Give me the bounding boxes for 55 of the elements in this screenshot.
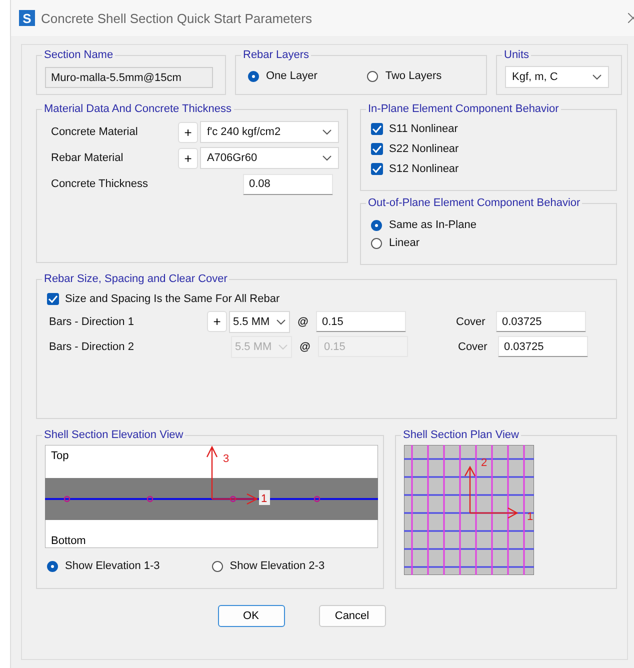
plan-view-drawing: 2 1 xyxy=(404,445,534,575)
app-logo: S xyxy=(19,10,35,26)
field-label: Bars - Direction 1 xyxy=(49,316,135,328)
dialog-button[interactable]: OK xyxy=(218,605,284,627)
add-button[interactable]: + xyxy=(178,122,198,142)
group-title: Units xyxy=(503,49,530,61)
check-icon xyxy=(48,295,58,303)
field-label: Cover xyxy=(456,316,486,328)
group-title: Material Data And Concrete Thickness xyxy=(43,103,232,115)
add-button[interactable]: + xyxy=(178,148,198,168)
checkbox[interactable]: S22 Nonlinear xyxy=(371,143,606,155)
check-icon xyxy=(372,145,382,153)
cover-field[interactable]: 0.03725 xyxy=(496,311,586,332)
radio-button[interactable]: Two Layers xyxy=(367,70,442,82)
units-dropdown[interactable]: Kgf, m, C xyxy=(505,66,609,88)
checkbox[interactable]: S12 Nonlinear xyxy=(371,163,606,175)
group-title: Shell Section Elevation View xyxy=(43,429,184,441)
radio-button[interactable]: One Layer xyxy=(248,70,318,82)
radio-button[interactable]: Linear xyxy=(371,237,606,249)
check-icon xyxy=(372,125,382,133)
group-title: Rebar Layers xyxy=(242,49,310,61)
material-dropdown[interactable]: A706Gr60 xyxy=(200,147,340,169)
field-label: Concrete Material xyxy=(51,126,139,138)
radio-button[interactable]: Show Elevation 1-3 xyxy=(47,560,160,572)
chevron-icon xyxy=(278,344,288,350)
field-label: Rebar Material xyxy=(51,152,124,164)
chevron-icon xyxy=(322,129,332,135)
group-title: In-Plane Element Component Behavior xyxy=(367,103,560,115)
checkbox[interactable]: S11 Nonlinear xyxy=(371,123,606,135)
group-title: Rebar Size, Spacing and Clear Cover xyxy=(43,273,228,285)
chevron-icon xyxy=(276,318,286,324)
dialog-button[interactable]: Cancel xyxy=(318,605,386,627)
group-title: Out-of-Plane Element Component Behavior xyxy=(367,197,582,209)
section-name-field[interactable]: Muro-malla-5.5mm@15cm xyxy=(45,67,213,88)
chevron-icon xyxy=(592,74,602,80)
check-icon xyxy=(372,165,382,173)
bar-size-dropdown[interactable]: 5.5 MM xyxy=(229,310,290,332)
field-label: Cover xyxy=(458,340,488,352)
spacing-field[interactable]: 0.15 xyxy=(316,311,406,332)
checkbox[interactable]: Size and Spacing Is the Same For All Rebar xyxy=(47,293,606,305)
group-title: Section Name xyxy=(43,49,114,61)
window-title: Concrete Shell Section Quick Start Parameters xyxy=(41,10,313,26)
field-label: Concrete Thickness xyxy=(51,178,150,190)
thickness-field[interactable]: 0.08 xyxy=(243,174,333,194)
at-sign: @ xyxy=(296,316,310,328)
close-icon[interactable] xyxy=(628,13,634,23)
group-title: Shell Section Plan View xyxy=(402,429,520,441)
elevation-view-drawing: 3 1 Top Bottom xyxy=(45,445,378,548)
chevron-icon xyxy=(322,155,332,161)
add-button[interactable]: + xyxy=(207,311,227,332)
material-dropdown[interactable]: f'c 240 kgf/cm2 xyxy=(200,121,340,143)
radio-button[interactable]: Same as In-Plane xyxy=(371,219,606,231)
radio-button[interactable]: Show Elevation 2-3 xyxy=(212,560,325,572)
field-label: Bars - Direction 2 xyxy=(49,340,135,352)
at-sign: @ xyxy=(298,340,312,352)
